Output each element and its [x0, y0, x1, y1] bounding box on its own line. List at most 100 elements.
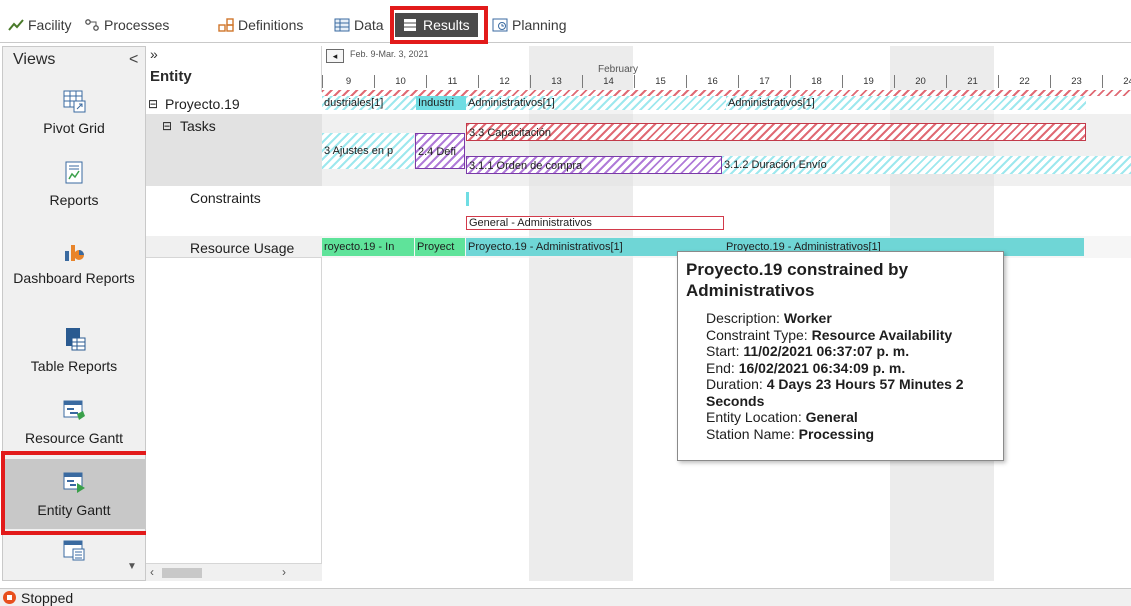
- definitions-icon: [218, 18, 234, 32]
- constraint-tooltip: Proyecto.19 constrained by Administrativ…: [677, 251, 1004, 461]
- date-nav-prev-button[interactable]: ◂: [326, 49, 344, 63]
- tab-facility[interactable]: Facility: [4, 14, 76, 36]
- gantt-bar[interactable]: 3 Ajustes en p: [322, 133, 414, 169]
- tab-definitions-label: Definitions: [238, 17, 304, 33]
- view-pivot-grid[interactable]: Pivot Grid: [3, 89, 145, 137]
- gantt-bar[interactable]: Administrativos[1]: [466, 96, 726, 110]
- day-cell: 16: [686, 75, 738, 88]
- dashboard-reports-icon: [62, 239, 86, 263]
- tab-planning[interactable]: Planning: [488, 14, 571, 36]
- constraint-marker: [466, 192, 469, 206]
- day-cell: 9: [322, 75, 374, 88]
- day-cell: 18: [790, 75, 842, 88]
- stopped-icon: [3, 591, 16, 604]
- tab-processes[interactable]: Processes: [80, 14, 173, 36]
- day-cell: 19: [842, 75, 894, 88]
- status-bar: Stopped: [0, 588, 1131, 606]
- gantt-bar[interactable]: Proyect: [415, 238, 465, 256]
- view-reports-label: Reports: [49, 192, 99, 208]
- day-cell: 13: [530, 75, 582, 88]
- tab-facility-label: Facility: [28, 17, 72, 33]
- view-dashboard-reports[interactable]: Dashboard Reports: [3, 239, 145, 287]
- date-range-label: Feb. 9-Mar. 3, 2021: [350, 49, 429, 59]
- data-icon: [334, 18, 350, 32]
- scroll-left-icon[interactable]: ‹: [150, 565, 154, 579]
- gantt-bar[interactable]: royecto.19 - In: [322, 238, 414, 256]
- tab-data[interactable]: Data: [330, 14, 388, 36]
- reports-icon: [62, 161, 86, 185]
- day-cell: 10: [374, 75, 426, 88]
- tooltip-start: Start: 11/02/2021 06:37:07 p. m.: [706, 343, 910, 359]
- day-cell: 21: [946, 75, 998, 88]
- day-cell: 22: [998, 75, 1050, 88]
- gantt-bar[interactable]: dustriales[1]: [322, 96, 416, 110]
- scrollbar-thumb[interactable]: [162, 568, 202, 578]
- resource-gantt-icon: [62, 399, 86, 423]
- tree-row-constraints[interactable]: Constraints: [146, 186, 322, 236]
- expand-tree-icon[interactable]: »: [150, 46, 158, 62]
- gantt-bar[interactable]: General - Administrativos: [466, 216, 724, 230]
- month-label: February: [598, 64, 639, 75]
- tree-horizontal-scrollbar[interactable]: ‹ ›: [146, 563, 322, 581]
- tooltip-station-name: Station Name: Processing: [706, 425, 875, 442]
- view-more[interactable]: [3, 539, 145, 569]
- tooltip-body: Description: Worker Constraint Type: Res…: [706, 310, 1002, 442]
- table-reports-icon: [62, 327, 86, 351]
- more-views-icon: [62, 539, 86, 563]
- processes-icon: [84, 18, 100, 32]
- entity-tree: » Entity ⊟ Proyecto.19 ⊟ Tasks Constrain…: [146, 46, 322, 581]
- collapse-toggle-icon[interactable]: ⊟: [162, 119, 172, 133]
- scroll-down-icon[interactable]: ▼: [127, 561, 137, 572]
- tree-row-tasks[interactable]: ⊟ Tasks: [146, 114, 322, 186]
- view-resource-gantt[interactable]: Resource Gantt: [3, 399, 145, 447]
- tooltip-description: Description: Worker: [706, 310, 832, 326]
- planning-icon: [492, 18, 508, 32]
- view-reports[interactable]: Reports: [3, 161, 145, 209]
- tree-row-label: Proyecto.19: [165, 96, 240, 112]
- tab-processes-label: Processes: [104, 17, 170, 33]
- day-cell: 24: [1102, 75, 1131, 88]
- tab-data-label: Data: [354, 17, 384, 33]
- gantt-bar[interactable]: 3.1.1 Orden de compra: [466, 156, 722, 174]
- entity-gantt-highlight: [1, 451, 151, 535]
- day-cell: 20: [894, 75, 946, 88]
- tooltip-duration: Duration: 4 Days 23 Hours 57 Minutes 2 S…: [706, 376, 964, 409]
- tooltip-constraint-type: Constraint Type: Resource Availability: [706, 326, 953, 343]
- ribbon-tabs: Facility Processes Definitions Data Resu…: [0, 0, 1131, 43]
- collapse-views-icon[interactable]: <: [129, 51, 138, 69]
- views-title: Views: [13, 51, 56, 68]
- results-highlight: [390, 6, 488, 44]
- view-dashboard-reports-label: Dashboard Reports: [13, 270, 135, 286]
- gantt-bar[interactable]: Administrativos[1]: [726, 96, 1086, 110]
- day-cell: 15: [634, 75, 686, 88]
- view-table-reports[interactable]: Table Reports: [3, 327, 145, 375]
- tooltip-title: Proyecto.19 constrained by Administrativ…: [686, 260, 909, 300]
- day-cell: 11: [426, 75, 478, 88]
- gantt-bar[interactable]: Industri: [416, 96, 466, 110]
- tooltip-end: End: 16/02/2021 06:34:09 p. m.: [706, 359, 906, 376]
- tree-row-resource-usage[interactable]: Resource Usage: [146, 236, 322, 258]
- view-pivot-grid-label: Pivot Grid: [43, 120, 105, 136]
- tooltip-entity-location: Entity Location: General: [706, 409, 858, 425]
- tab-planning-label: Planning: [512, 17, 567, 33]
- tree-row-label: Tasks: [180, 118, 216, 134]
- view-resource-gantt-label: Resource Gantt: [24, 430, 124, 446]
- tree-row-proyecto[interactable]: ⊟ Proyecto.19: [146, 92, 322, 114]
- pivot-grid-icon: [62, 89, 86, 113]
- tree-row-label: Constraints: [190, 190, 261, 206]
- entity-column-header: Entity: [150, 68, 192, 85]
- tab-definitions[interactable]: Definitions: [214, 14, 307, 36]
- day-cell: 17: [738, 75, 790, 88]
- day-cell: 12: [478, 75, 530, 88]
- day-cell: 14: [582, 75, 634, 88]
- status-text: Stopped: [21, 590, 74, 606]
- tree-row-label: Resource Usage: [190, 240, 295, 256]
- gantt-bar[interactable]: 3.3 Capacitación: [466, 123, 1086, 141]
- scroll-right-icon[interactable]: ›: [282, 565, 286, 579]
- gantt-bar[interactable]: 3.1.2 Duración Envío: [722, 156, 1131, 174]
- day-cell: 23: [1050, 75, 1102, 88]
- gantt-bar[interactable]: 2.4 Defi: [415, 133, 465, 169]
- view-table-reports-label: Table Reports: [30, 358, 118, 374]
- collapse-toggle-icon[interactable]: ⊟: [148, 97, 158, 111]
- facility-icon: [8, 18, 24, 32]
